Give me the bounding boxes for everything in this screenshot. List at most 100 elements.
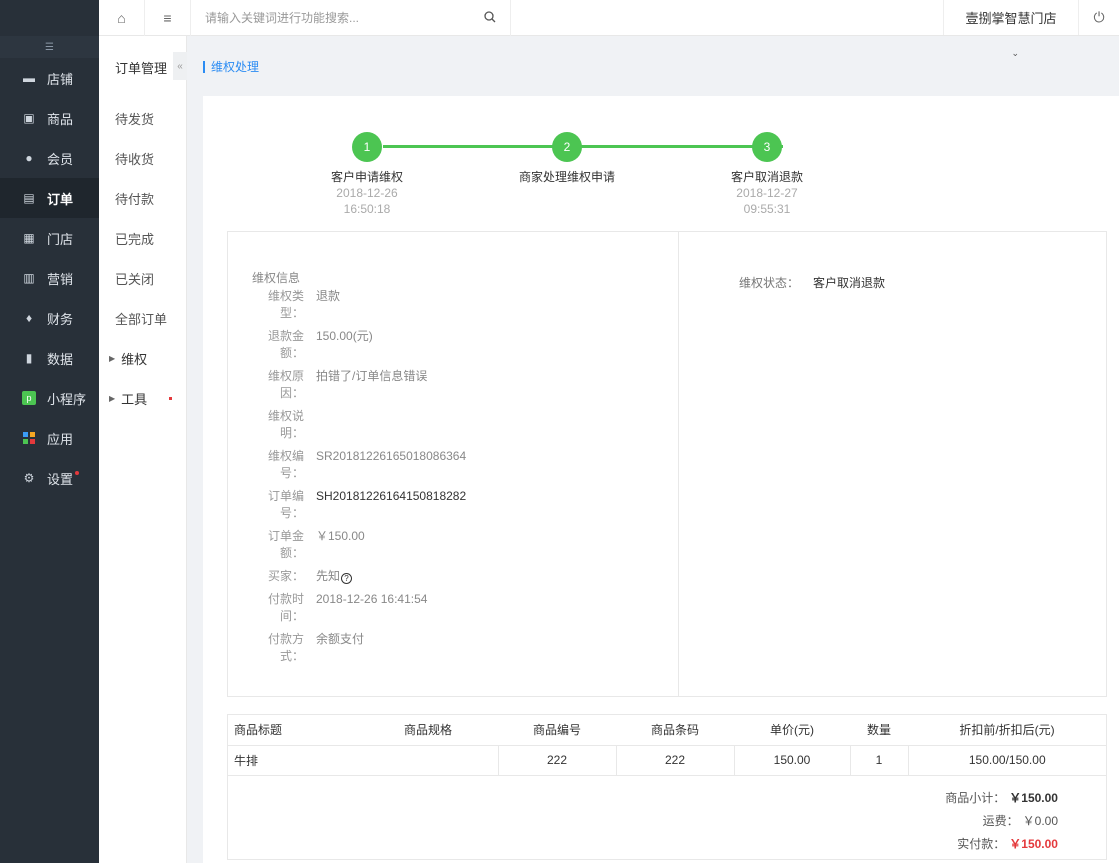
goods-icon: ▣ [23,111,35,125]
info-label: 订单金 [268,529,305,543]
sidebar-item-label: 商品 [47,111,74,127]
rights-info-left: 维权信息 维权类 型： 退款 退款金 额： 150.00(元) 维权原 因： 拍错了/… [228,232,679,696]
step-time: 09:55:31 [743,202,791,216]
subnav-item-all-orders[interactable]: 全部订单 [99,298,186,338]
step-date: 2018-12-26 [336,186,398,200]
sidebar-item-store[interactable]: ▬ 店铺 [0,58,99,98]
subnav-collapse-button[interactable]: « [173,52,187,80]
summary-value: ￥150.00 [1009,791,1058,805]
apps-icon [22,431,36,445]
info-label: 维权说 [268,409,305,423]
sidebar-item-data[interactable]: ▮ 数据 [0,338,99,378]
info-label: 号： [279,466,304,480]
sidebar-item-goods[interactable]: ▣ 商品 [0,98,99,138]
info-label: 明： [279,426,304,440]
help-icon[interactable]: ? [341,573,353,584]
table-header: 折扣前/折扣后(元) [908,715,1106,746]
step-title: 商家处理维权申请 [518,170,615,184]
subnav-group-label: 工具 [121,391,148,407]
info-value: 拍错了/订单信息错误 [316,369,428,383]
subnav-item-completed[interactable]: 已完成 [99,218,186,258]
step-title: 客户取消退款 [730,170,803,184]
table-cell: 1 [849,745,908,776]
order-number-link[interactable]: SH20181226164150818282 [316,488,466,522]
info-row-order-no: 订单编 号： SH20181226164150818282 [268,488,668,522]
info-row-buyer: 买家： 先知? [268,568,668,585]
subnav-group-label: 维权 [121,351,148,367]
info-row-pay-time: 付款时 间： 2018-12-26 16:41:54 [268,591,668,625]
summary-shipping: 运费： ￥0.00 [945,810,1058,833]
sidebar-item-apps[interactable]: 应用 [0,418,99,458]
menu-collapse-icon[interactable]: ☰ [0,36,99,58]
sidebar-item-label: 小程序 [47,391,87,407]
subnav: 订单管理 « 待发货 待收货 待付款 已完成 已关闭 全部订单 ▶ 维权 ▶ 工具 [99,36,187,863]
summary-paid: 实付款： ￥150.00 [945,833,1058,856]
step-date: 2018-12-27 [736,186,798,200]
info-value: 退款 [316,289,341,303]
subnav-group-rights[interactable]: ▶ 维权 [99,338,186,378]
sidebar-item-finance[interactable]: ♦ 财务 [0,298,99,338]
sidebar-item-label: 应用 [47,431,74,447]
app: ☰ ▬ 店铺 ▣ 商品 ● 会员 ▤ 订单 ▦ 门店 ▥ 营销 ♦ 财务 ▮ 数据 p 小程序 应… [0,0,1119,863]
sidebar-item-mini-program[interactable]: p 小程序 [0,378,99,418]
step-1-circle: 1 [352,132,382,162]
goods-table: 商品标题 商品规格 商品编号 商品条码 单价(元) 数量 折扣前/折扣后(元) … [228,715,1106,776]
summary-value: ￥0.00 [1022,814,1058,828]
subnav-item-to-pay[interactable]: 待付款 [99,178,186,218]
info-row-order-amount: 订单金 额： ￥150.00 [268,528,668,562]
caret-right-icon: ▶ [109,353,116,363]
chevron-down-icon[interactable]: ⌄ [1011,48,1019,59]
summary-label: 运费： [982,814,1019,828]
buyer-name: 先知 [316,569,341,583]
money-bag-icon: ♦ [25,311,33,325]
step-3-circle: 3 [752,132,782,162]
caret-right-icon: ▶ [109,393,116,403]
shop-icon: ▦ [23,231,35,245]
store-name[interactable]: 壹捌掌智慧门店 [943,0,1079,35]
home-button[interactable]: ⌂ [99,0,145,36]
sidebar-item-members[interactable]: ● 会员 [0,138,99,178]
table-header-row: 商品标题 商品规格 商品编号 商品条码 单价(元) 数量 折扣前/折扣后(元) [228,715,1106,746]
rights-info-box: 维权信息 维权类 型： 退款 退款金 额： 150.00(元) 维权原 因： 拍错了/… [227,231,1107,697]
subnav-item-to-receive[interactable]: 待收货 [99,138,186,178]
sidebar-item-settings[interactable]: ⚙ 设置 [0,458,99,498]
logo [0,0,99,36]
sidebar-item-label: 数据 [47,351,74,367]
double-chevron-left-icon: « [177,60,183,72]
sidebar-item-orders[interactable]: ▤ 订单 [0,178,99,218]
bar-chart-icon: ▮ [25,351,33,365]
sidebar-item-marketing[interactable]: ▥ 营销 [0,258,99,298]
sidebar-item-label: 门店 [47,231,74,247]
info-label: 付款时 [268,592,305,606]
summary-subtotal: 商品小计： ￥150.00 [945,787,1058,810]
info-label: 买家： [268,569,305,583]
step-3-label: 客户取消退款 2018-12-27 09:55:31 [687,169,847,217]
info-label: 额： [279,546,304,560]
info-row-rights-no: 维权编 号： SR20181226165018086364 [268,448,668,482]
table-header: 单价(元) [734,715,850,746]
step-2-circle: 2 [552,132,582,162]
rights-info-right: 维权状态： 客户取消退款 [679,232,1106,696]
summary-value: ￥150.00 [1009,837,1058,851]
info-label: 型： [279,306,304,320]
table-cell: 150.00/150.00 [907,745,1106,776]
gift-icon: ▥ [23,271,35,285]
logout-button[interactable]: ⏻ [1079,0,1119,35]
subnav-item-closed[interactable]: 已关闭 [99,258,186,298]
breadcrumb[interactable]: 维权处理 [203,61,259,73]
table-cell: 222 [615,745,734,776]
subnav-group-tools[interactable]: ▶ 工具 [99,378,186,418]
table-header: 商品条码 [616,715,734,746]
sidebar-item-label: 会员 [47,151,74,167]
hamburger-icon: ≡ [163,10,172,26]
status-value: 客户取消退款 [813,276,886,290]
subnav-item-to-ship[interactable]: 待发货 [99,98,186,138]
menu-button[interactable]: ≡ [145,0,191,36]
table-cell [358,745,498,776]
notification-dot [169,396,173,400]
info-label: 额： [279,346,304,360]
sidebar-item-shops[interactable]: ▦ 门店 [0,218,99,258]
search-input[interactable] [205,11,465,25]
search-icon[interactable] [484,10,496,26]
sidebar-item-label: 店铺 [47,71,74,87]
